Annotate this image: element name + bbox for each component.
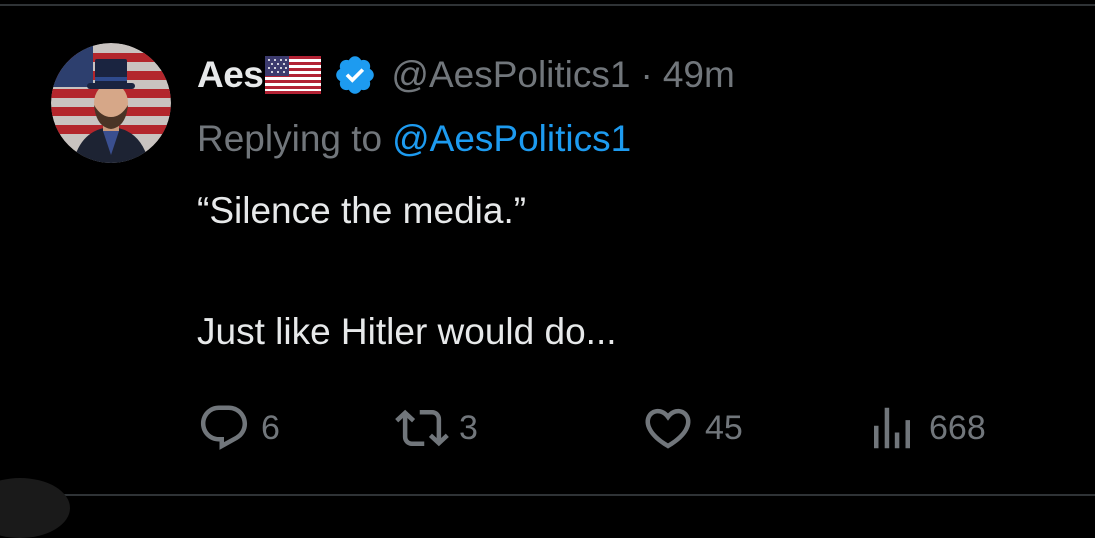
display-name[interactable]: Aes	[197, 54, 264, 96]
repost-count: 3	[459, 408, 478, 447]
timestamp[interactable]: 49m	[663, 54, 735, 96]
avatar-image	[51, 43, 171, 163]
top-divider	[0, 4, 1095, 6]
verified-badge-icon[interactable]	[333, 53, 377, 97]
tweet-header: Aes @AesPolitics1 · 49m	[197, 50, 735, 100]
reply-button[interactable]: 6	[197, 400, 280, 456]
heart-icon	[641, 401, 695, 455]
bottom-divider	[0, 494, 1095, 496]
retweet-icon	[395, 401, 449, 455]
tweet-text-line-2: Just like Hitler would do...	[197, 311, 617, 352]
us-flag-icon	[265, 56, 322, 94]
analytics-icon	[865, 401, 919, 455]
replying-to-line: Replying to @AesPolitics1	[197, 118, 631, 160]
corner-shadow	[0, 478, 70, 538]
separator-dot: ·	[640, 54, 653, 95]
user-handle[interactable]: @AesPolitics1	[391, 54, 630, 96]
views-button[interactable]: 668	[865, 400, 986, 456]
like-button[interactable]: 45	[641, 400, 743, 456]
like-count: 45	[705, 408, 743, 447]
avatar[interactable]	[51, 43, 171, 163]
replying-to-handle-link[interactable]: @AesPolitics1	[392, 118, 631, 159]
replying-to-label: Replying to	[197, 118, 383, 159]
views-count: 668	[929, 408, 986, 447]
comment-icon	[197, 401, 251, 455]
action-bar: 6 3 45 668	[197, 400, 1027, 456]
reply-count: 6	[261, 408, 280, 447]
repost-button[interactable]: 3	[395, 400, 478, 456]
tweet-text-line-1: “Silence the media.”	[197, 190, 527, 231]
